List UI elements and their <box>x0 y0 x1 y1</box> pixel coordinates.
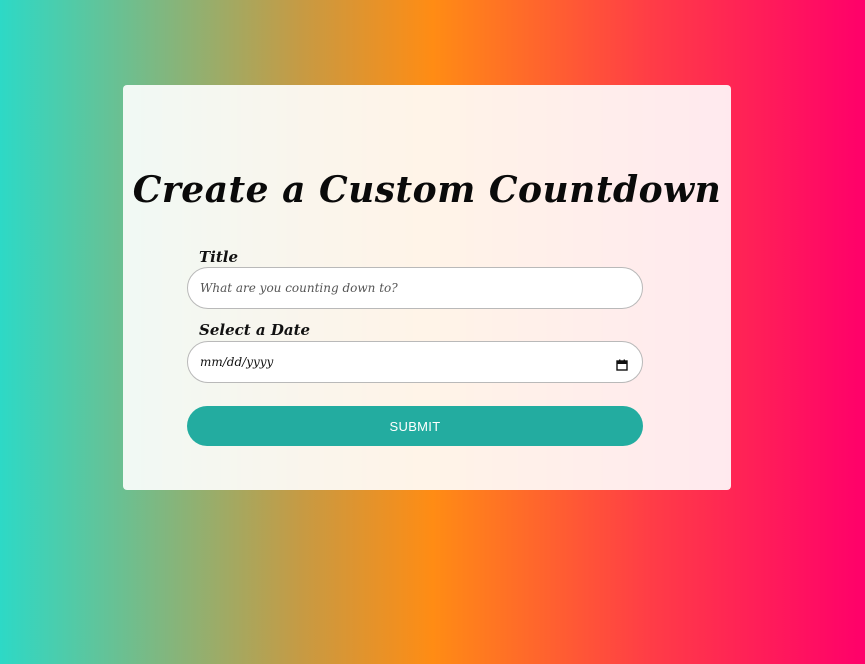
title-input[interactable] <box>187 267 643 309</box>
form-heading: Create a Custom Countdown <box>132 169 722 211</box>
submit-button[interactable]: SUBMIT <box>187 406 643 446</box>
date-input[interactable]: mm/dd/yyyy <box>187 341 643 383</box>
date-placeholder: mm/dd/yyyy <box>200 355 274 369</box>
countdown-form-card: Create a Custom Countdown Title Select a… <box>123 85 731 490</box>
title-label: Title <box>199 248 239 266</box>
calendar-icon[interactable] <box>616 356 628 371</box>
date-label: Select a Date <box>199 321 311 339</box>
